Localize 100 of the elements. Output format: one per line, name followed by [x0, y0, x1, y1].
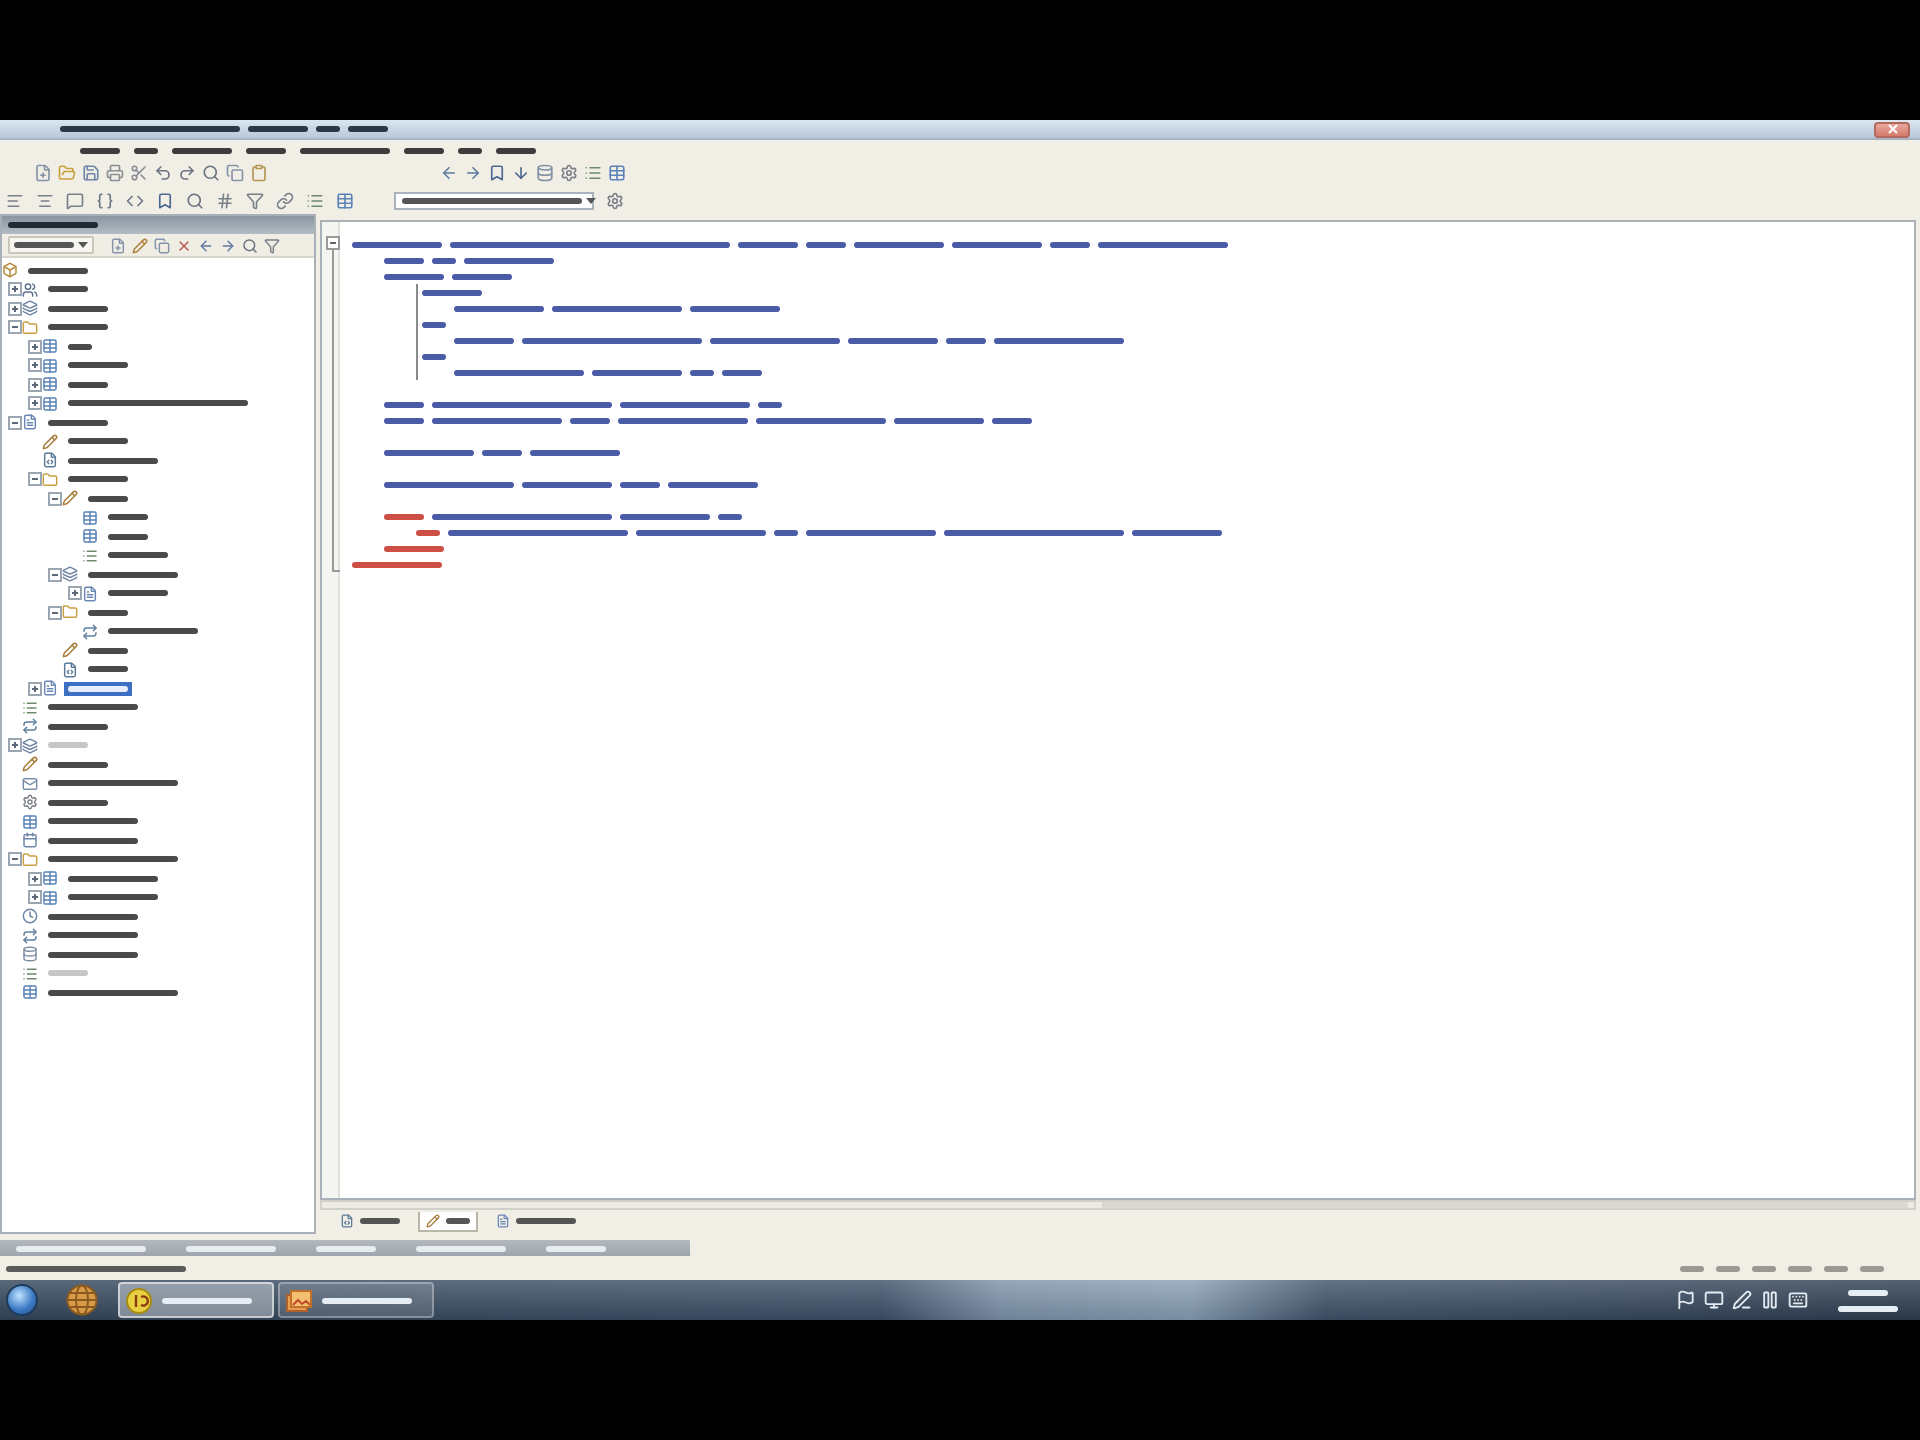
cross-icon[interactable] — [176, 237, 192, 253]
collapse-icon[interactable] — [7, 320, 21, 335]
list-icon[interactable] — [584, 164, 602, 182]
collapse-icon[interactable] — [47, 605, 61, 620]
actions-menu-button[interactable] — [8, 236, 94, 254]
tree-item-label[interactable] — [84, 605, 132, 620]
align-left-icon[interactable] — [6, 191, 24, 209]
toolbar-combo-field[interactable] — [394, 191, 594, 209]
code-line — [422, 287, 482, 297]
align-center-icon[interactable] — [36, 191, 54, 209]
taskbar-button[interactable] — [118, 1282, 274, 1318]
copy-icon[interactable] — [226, 164, 244, 182]
collapse-icon[interactable] — [7, 415, 21, 430]
scissors-icon[interactable] — [130, 164, 148, 182]
search-icon[interactable] — [186, 191, 204, 209]
tree-item-label[interactable] — [84, 643, 132, 658]
collapse-icon[interactable] — [7, 852, 21, 867]
pen-icon[interactable] — [1732, 1290, 1752, 1310]
redo-icon[interactable] — [178, 164, 196, 182]
keyboard-icon[interactable] — [1788, 1290, 1808, 1310]
tree-item-label[interactable] — [44, 301, 112, 316]
scrollbar-thumb[interactable] — [1102, 1202, 1908, 1208]
flag-icon[interactable] — [1676, 1290, 1696, 1310]
gear-icon[interactable] — [560, 164, 578, 182]
list-icon[interactable] — [306, 191, 324, 209]
pencil-icon[interactable] — [132, 237, 148, 253]
new-file-icon[interactable] — [34, 164, 52, 182]
expand-icon[interactable] — [7, 282, 21, 297]
expand-icon[interactable] — [7, 301, 21, 316]
globe-icon[interactable] — [66, 1284, 98, 1316]
expand-icon[interactable] — [27, 339, 41, 354]
start-button[interactable] — [6, 1284, 38, 1316]
window-tab[interactable] — [418, 1212, 478, 1232]
tree-item-label[interactable] — [64, 434, 132, 449]
right-arrow-icon[interactable] — [464, 164, 482, 182]
undo-icon[interactable] — [154, 164, 172, 182]
left-arrow-icon[interactable] — [440, 164, 458, 182]
expand-icon[interactable] — [67, 586, 81, 601]
printer-icon[interactable] — [106, 164, 124, 182]
collapse-icon[interactable] — [27, 472, 41, 487]
tree-item-label[interactable] — [84, 491, 132, 506]
cube-icon — [2, 262, 18, 279]
close-button[interactable] — [1874, 121, 1910, 137]
menu-item[interactable] — [300, 145, 390, 155]
status-indicator — [1860, 1263, 1884, 1273]
tree-item-label[interactable] — [64, 681, 132, 696]
tree-item-label[interactable] — [64, 472, 132, 487]
pause-icon[interactable] — [1760, 1290, 1780, 1310]
code-icon[interactable] — [126, 191, 144, 209]
code-file-icon — [340, 1214, 354, 1228]
bookmark-icon[interactable] — [488, 164, 506, 182]
tree-item-label[interactable] — [44, 852, 182, 867]
braces-icon[interactable] — [96, 191, 114, 209]
monitor-icon[interactable] — [1704, 1290, 1724, 1310]
folder-icon — [42, 471, 58, 488]
bookmark-icon[interactable] — [156, 191, 174, 209]
gear-icon[interactable] — [606, 191, 624, 209]
table-icon[interactable] — [336, 191, 354, 209]
tree-item-label[interactable] — [44, 320, 112, 335]
expand-icon[interactable] — [27, 871, 41, 886]
list-icon — [22, 699, 38, 716]
expand-icon[interactable] — [27, 396, 41, 411]
expand-icon[interactable] — [27, 681, 41, 696]
menu-item[interactable] — [172, 145, 232, 155]
menu-item[interactable] — [496, 145, 536, 155]
search-icon[interactable] — [202, 164, 220, 182]
new-file-icon[interactable] — [110, 237, 126, 253]
left-arrow-icon[interactable] — [198, 237, 214, 253]
tree-item-label[interactable] — [44, 282, 92, 297]
menu-item[interactable] — [80, 145, 120, 155]
down-arrow-icon[interactable] — [512, 164, 530, 182]
save-icon[interactable] — [82, 164, 100, 182]
tree-item-label[interactable] — [44, 757, 112, 772]
tree-item-label[interactable] — [44, 776, 182, 791]
code-fold-marker[interactable] — [326, 236, 340, 572]
database-icon[interactable] — [536, 164, 554, 182]
collapse-icon[interactable] — [47, 567, 61, 582]
table-icon[interactable] — [608, 164, 626, 182]
filter-icon[interactable] — [264, 237, 280, 253]
menu-item[interactable] — [404, 145, 444, 155]
filter-icon[interactable] — [246, 191, 264, 209]
copy-icon[interactable] — [154, 237, 170, 253]
link-icon[interactable] — [276, 191, 294, 209]
layers-icon — [22, 737, 38, 754]
menu-item[interactable] — [134, 145, 158, 155]
expand-icon[interactable] — [27, 890, 41, 905]
speech-bubble-icon[interactable] — [66, 191, 84, 209]
collapse-icon[interactable] — [47, 491, 61, 506]
clipboard-icon[interactable] — [250, 164, 268, 182]
menu-item[interactable] — [246, 145, 286, 155]
hash-icon[interactable] — [216, 191, 234, 209]
expand-icon[interactable] — [27, 358, 41, 373]
dropdown-caret-icon[interactable] — [586, 197, 596, 203]
expand-icon[interactable] — [7, 738, 21, 753]
tree-item-label[interactable] — [84, 567, 182, 582]
right-arrow-icon[interactable] — [220, 237, 236, 253]
taskbar-button[interactable] — [278, 1282, 434, 1318]
expand-icon[interactable] — [27, 377, 41, 392]
menu-item[interactable] — [458, 145, 482, 155]
search-icon[interactable] — [242, 237, 258, 253]
